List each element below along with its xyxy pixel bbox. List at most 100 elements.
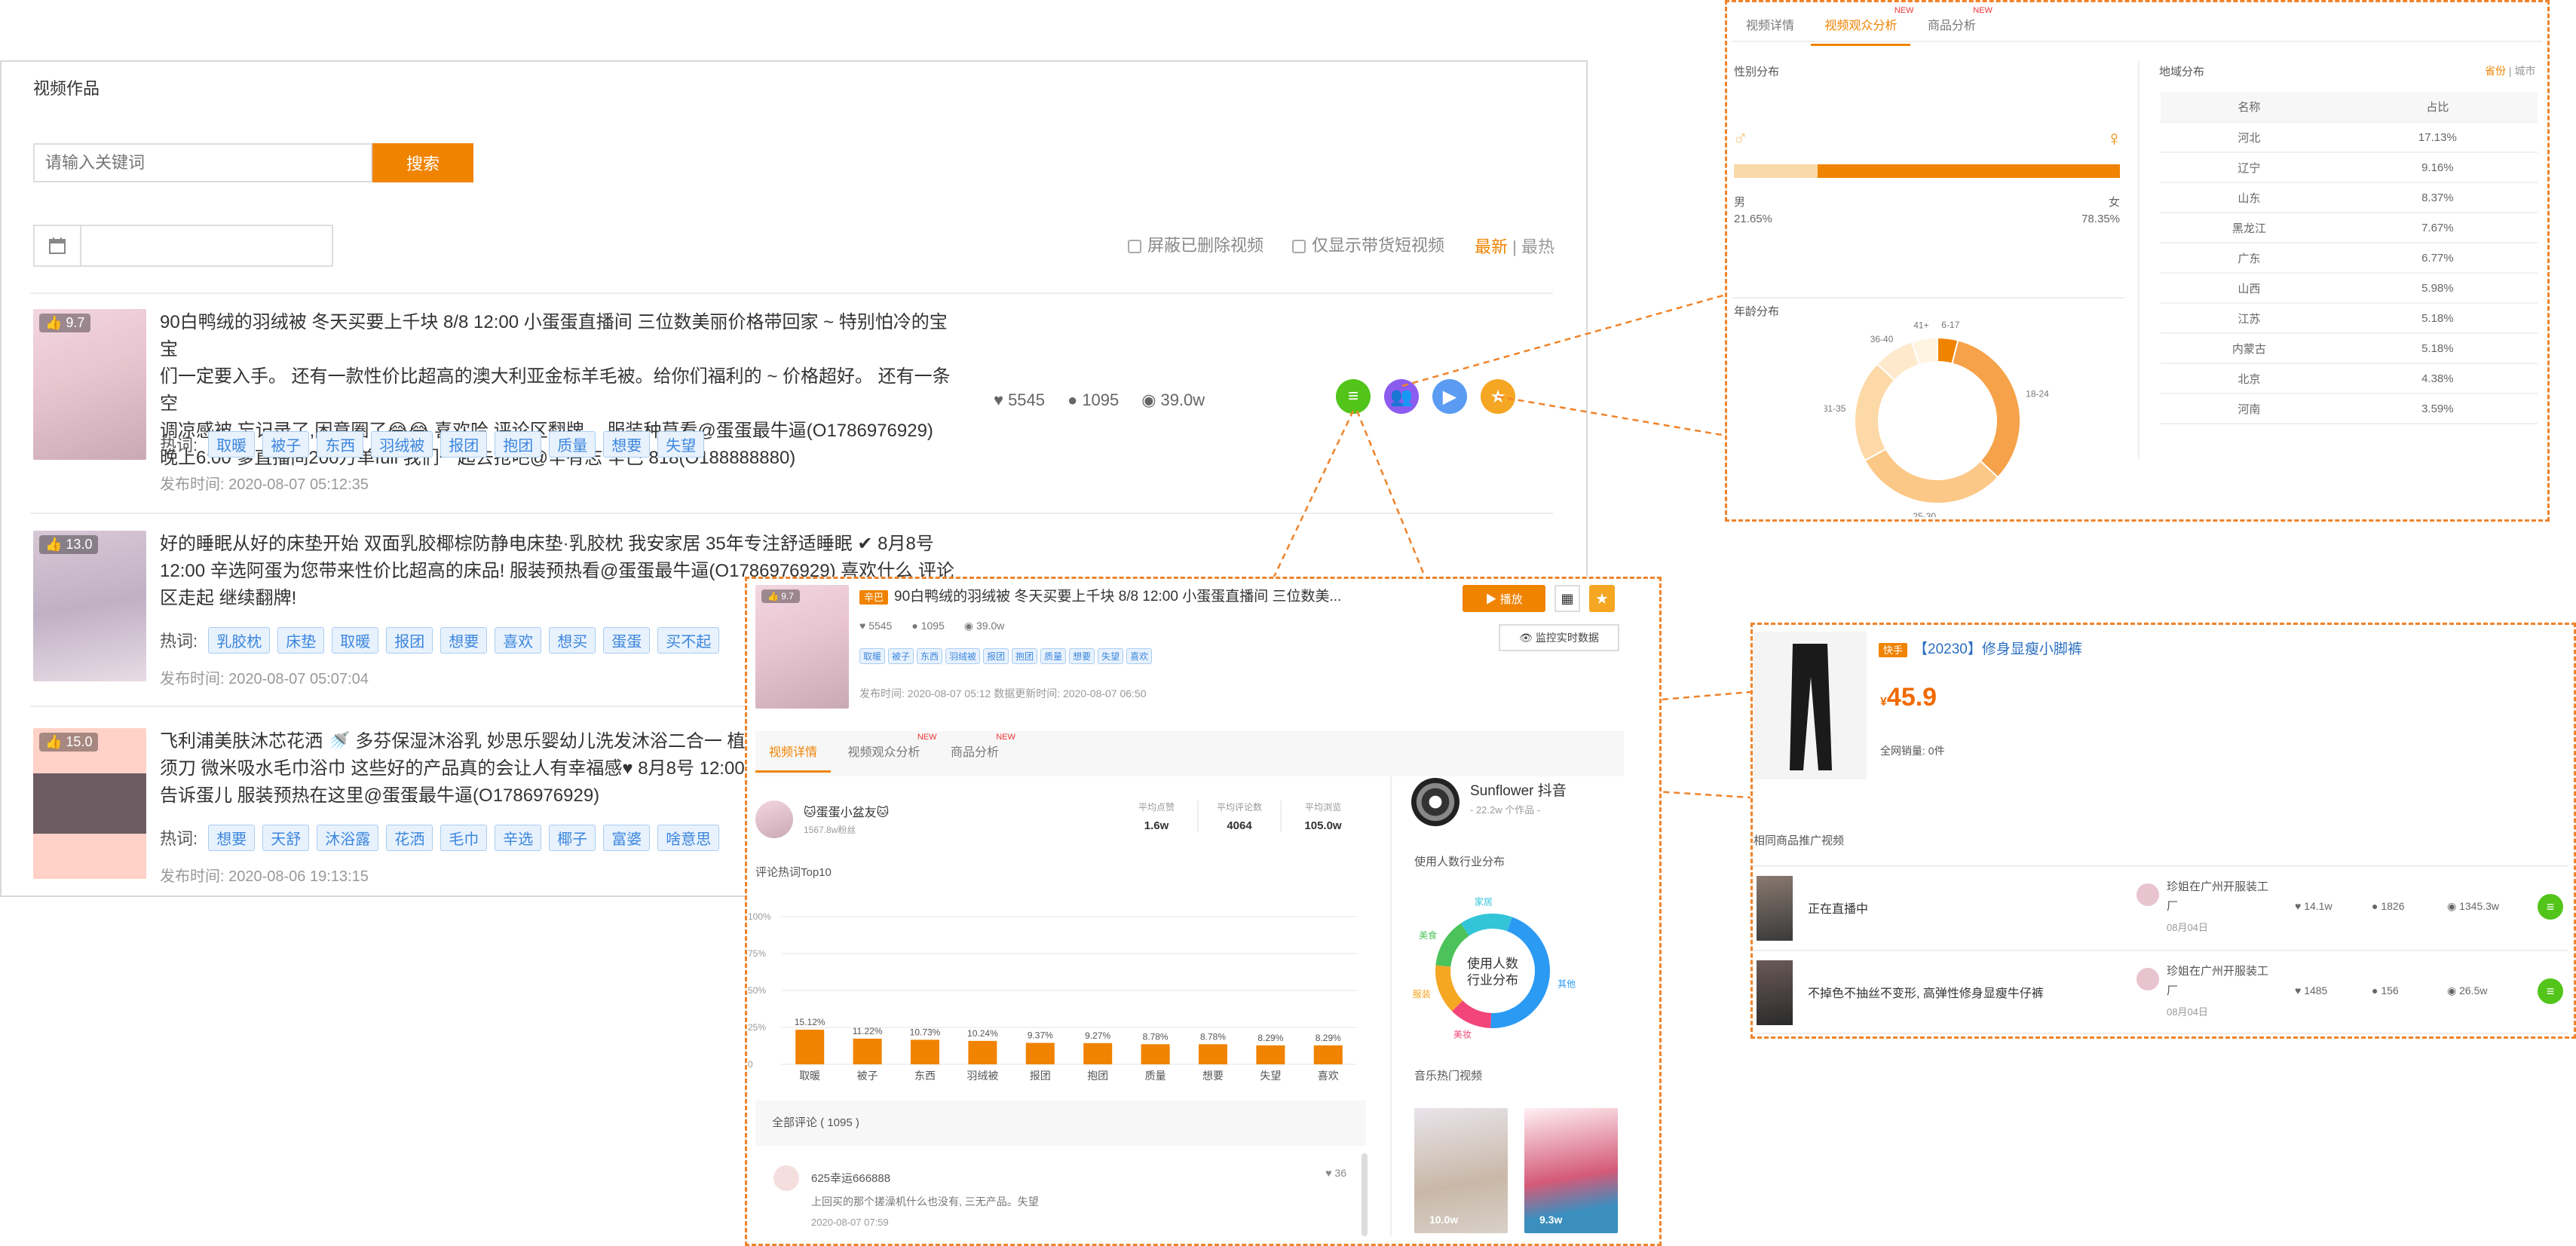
region-pct: 17.13% bbox=[2337, 122, 2538, 153]
related-title-text: 不掉色不抽丝不变形, 高弹性修身显瘦牛仔裤 bbox=[1808, 987, 2044, 1000]
data-label: 8.78% bbox=[1143, 1031, 1169, 1042]
region-name: 山西 bbox=[2161, 273, 2338, 304]
list-icon[interactable]: ≡ bbox=[2538, 978, 2563, 1004]
comment-avatar bbox=[773, 1165, 799, 1191]
avg-label: 平均点赞 bbox=[1138, 802, 1175, 813]
bar bbox=[1199, 1044, 1227, 1064]
monitor-label: 监控实时数据 bbox=[1535, 632, 1599, 644]
hotword-tag[interactable]: 喜欢 bbox=[1126, 648, 1153, 664]
product-title-row: 快手 【20230】修身显瘦小脚裤 bbox=[1879, 638, 2082, 658]
industry-label: 服装 bbox=[1413, 989, 1431, 1000]
platform-tag: 辛巴 bbox=[859, 590, 889, 605]
hotword-tag[interactable]: 抱团 bbox=[1012, 648, 1038, 664]
data-label: 8.78% bbox=[1200, 1031, 1226, 1042]
region-table: 名称 占比 河北 17.13% 辽宁 9.16% 山东 8.37% 黑龙江 7.67% 广… bbox=[2161, 92, 2538, 424]
region-toggle: 省份 | 城市 bbox=[2485, 63, 2535, 78]
all-comments-bar: 全部评论 ( 1095 ) bbox=[755, 1101, 1366, 1146]
product-price: ¥45.9 bbox=[1880, 683, 1937, 712]
play-label: 播放 bbox=[1499, 592, 1523, 606]
author-avatar[interactable] bbox=[755, 801, 793, 838]
hotword-tag[interactable]: 东西 bbox=[917, 648, 943, 664]
hotword-tag[interactable]: 羽绒被 bbox=[945, 648, 981, 664]
product-sales: 全网销量: 0件 bbox=[1880, 743, 1945, 758]
shop-name: 珍姐在广州开服装工厂 bbox=[2167, 965, 2269, 997]
score-badge: 👍 9.7 bbox=[761, 589, 800, 603]
region-city[interactable]: 城市 bbox=[2514, 65, 2535, 77]
region-pct: 5.18% bbox=[2337, 303, 2538, 334]
table-row[interactable]: 不掉色不抽丝不变形, 高弹性修身显瘦牛仔裤 珍姐在广州开服装工厂 08月04日 … bbox=[1754, 950, 2568, 1034]
table-row[interactable]: 正在直播中 珍姐在广州开服装工厂 08月04日 ♥ 14.1w ● 1826 ◉… bbox=[1754, 865, 2568, 950]
comment-user: 625幸运666888 bbox=[811, 1172, 891, 1185]
likes-stat: ♥ 1485 bbox=[2295, 984, 2328, 996]
scrollbar[interactable] bbox=[1362, 1153, 1368, 1236]
region-name: 广东 bbox=[2161, 243, 2338, 274]
music-name[interactable]: Sunflower 抖音 bbox=[1470, 779, 1567, 800]
tab-goods[interactable]: 商品分析 NEW bbox=[1914, 5, 1992, 44]
music-video-views: 10.0w bbox=[1429, 1214, 1459, 1226]
author-info: 🐱蛋蛋小盆友🐱 1567.8w粉丝 bbox=[804, 802, 889, 836]
x-tick-label: 羽绒被 bbox=[966, 1070, 998, 1082]
monitor-button[interactable]: 👁 监控实时数据 bbox=[1499, 624, 1619, 651]
tab-video-detail[interactable]: 视频详情 bbox=[755, 731, 832, 773]
music-avatar[interactable] bbox=[1411, 778, 1460, 826]
industry-segment bbox=[1435, 965, 1463, 1012]
music-video-thumb[interactable]: 10.0w bbox=[1414, 1108, 1508, 1233]
product-title[interactable]: 【20230】修身显瘦小脚裤 bbox=[1913, 641, 2082, 657]
data-label: 11.22% bbox=[853, 1026, 883, 1036]
views-stat: ◉ 39.0w bbox=[963, 620, 1005, 632]
comment-likes: ♥ 36 bbox=[1325, 1167, 1346, 1179]
hotword-tag[interactable]: 质量 bbox=[1040, 648, 1067, 664]
favorite-icon[interactable]: ★ bbox=[1589, 585, 1615, 612]
author-name[interactable]: 🐱蛋蛋小盆友🐱 bbox=[804, 802, 889, 820]
gender-pct: 78.35% bbox=[2081, 213, 2120, 225]
bar bbox=[1141, 1044, 1170, 1064]
comments-count: 1095 bbox=[920, 620, 945, 632]
hotword-tag[interactable]: 取暖 bbox=[859, 648, 886, 664]
shop-avatar bbox=[2136, 968, 2159, 990]
avg-label: 平均评论数 bbox=[1216, 802, 1262, 813]
y-tick-label: 100% bbox=[748, 911, 771, 922]
detail-time: 发布时间: 2020-08-07 05:12 数据更新时间: 2020-08-0… bbox=[859, 687, 1147, 700]
likes-count: 5545 bbox=[868, 620, 893, 632]
hotword-tag[interactable]: 报团 bbox=[983, 648, 1009, 664]
new-badge: NEW bbox=[1973, 6, 1992, 15]
table-header: 名称 占比 bbox=[2161, 92, 2538, 123]
list-icon[interactable]: ≡ bbox=[2538, 894, 2563, 920]
male-bar-fill bbox=[1734, 164, 1818, 178]
music-video-thumb[interactable]: 9.3w bbox=[1524, 1108, 1618, 1233]
avg-value: 1.6w bbox=[1144, 819, 1169, 832]
vertical-divider bbox=[1390, 776, 1392, 1236]
play-button[interactable]: ▶ 播放 bbox=[1463, 585, 1545, 612]
avg-label: 平均浏览 bbox=[1304, 802, 1341, 813]
tab-audience[interactable]: 视频观众分析 NEW bbox=[1811, 5, 1913, 46]
data-label: 10.24% bbox=[967, 1028, 998, 1039]
x-tick-label: 抱团 bbox=[1087, 1070, 1108, 1082]
tab-video-detail[interactable]: 视频详情 bbox=[1732, 5, 1808, 44]
x-tick-label: 质量 bbox=[1145, 1070, 1166, 1082]
all-comments-label[interactable]: 全部评论 ( 1095 ) bbox=[772, 1116, 859, 1129]
region-province[interactable]: 省份 bbox=[2485, 65, 2506, 77]
tab-audience[interactable]: 视频观众分析 NEW bbox=[834, 731, 936, 770]
region-pct: 5.18% bbox=[2337, 333, 2538, 364]
bar bbox=[1025, 1042, 1055, 1064]
female-icon: ♀ bbox=[2106, 127, 2122, 150]
product-image[interactable] bbox=[1754, 632, 1867, 779]
bar bbox=[1256, 1045, 1285, 1064]
hotword-tag[interactable]: 失望 bbox=[1098, 648, 1124, 664]
tab-goods[interactable]: 商品分析 NEW bbox=[937, 731, 1015, 770]
data-label: 9.27% bbox=[1085, 1030, 1110, 1041]
detail-title[interactable]: 90白鸭绒的羽绒被 冬天买要上千块 8/8 12:00 小蛋蛋直播间 三位数美.… bbox=[894, 589, 1341, 605]
shop-date: 08月04日 bbox=[2167, 922, 2208, 933]
hotword-tag[interactable]: 想要 bbox=[1069, 648, 1095, 664]
age-label: 25-30 bbox=[1913, 511, 1936, 517]
detail-thumbnail[interactable]: 👍 9.7 bbox=[755, 585, 849, 709]
region-pct: 9.16% bbox=[2337, 152, 2538, 183]
industry-segment bbox=[1435, 923, 1469, 967]
platform-tag: 快手 bbox=[1879, 643, 1908, 657]
industry-center-text: 使用人数 bbox=[1467, 956, 1518, 971]
qrcode-icon[interactable]: ▦ bbox=[1554, 585, 1580, 612]
industry-label: 家居 bbox=[1475, 896, 1493, 908]
hotword-tag[interactable]: 被子 bbox=[888, 648, 914, 664]
gender-label: 女 bbox=[2108, 196, 2120, 209]
region-name: 河南 bbox=[2161, 393, 2338, 424]
